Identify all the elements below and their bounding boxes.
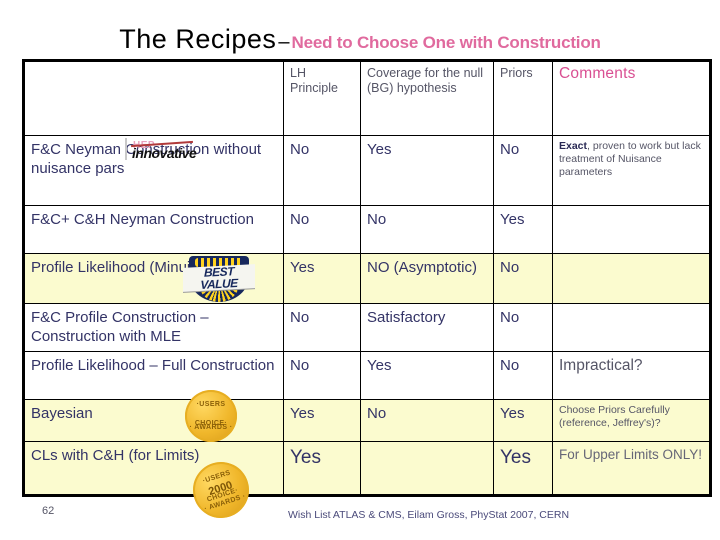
slide-title: The Recipes – Need to Choose One with Cons…: [0, 24, 720, 55]
cell-lh: No: [283, 351, 361, 400]
comment-emphasis: Exact: [559, 140, 588, 152]
table-header-row: LH Principle Coverage for the null (BG) …: [23, 60, 711, 136]
title-dash: –: [278, 31, 290, 53]
cell-comments: Exact, proven to work but lack treatment…: [552, 135, 711, 206]
cell-comments: [552, 303, 711, 352]
cell-coverage: No: [360, 399, 494, 442]
table-row: Bayesian ·USERS CHOICE· · AWARDS · Yes N…: [23, 390, 711, 442]
table-row: F&C+ C&H Neyman Construction No No Yes: [23, 205, 711, 254]
method-label: F&C Neyman Construction without nuisance…: [31, 141, 262, 177]
title-subtitle: Need to Choose One with Construction: [291, 33, 601, 52]
header-coverage: Coverage for the null (BG) hypothesis: [360, 60, 494, 136]
seal1-top-label: ·USERS CHOICE·: [194, 401, 228, 427]
row-method-cls-with-ch: CLs with C&H (for Limits) ·USERS CHOICE·…: [23, 441, 284, 526]
cell-priors: No: [493, 351, 553, 400]
seal1-bottom-label: · AWARDS ·: [189, 424, 233, 431]
cell-priors: No: [493, 135, 553, 206]
cell-coverage: [360, 441, 494, 496]
cell-priors: No: [493, 253, 553, 304]
cell-priors: Yes: [493, 399, 553, 442]
cell-lh: Yes: [283, 399, 361, 442]
cell-coverage: Yes: [360, 351, 494, 400]
seal2-top-label: ·USERS CHOICE·: [202, 469, 240, 504]
row-method-fc-neyman: F&C Neyman Construction without nuisance…: [23, 135, 284, 206]
cell-lh: Yes: [283, 441, 361, 496]
row-method-fc-ch-neyman: F&C+ C&H Neyman Construction: [23, 205, 284, 254]
cell-priors: No: [493, 303, 553, 352]
method-label: Profile Likelihood (Minuit): [31, 259, 200, 276]
table-row: F&C Profile Construction – Construction …: [23, 303, 711, 352]
table-row: Profile Likelihood – Full Construction N…: [23, 351, 711, 400]
cell-comments: For Upper Limits ONLY!: [552, 441, 711, 496]
table-row: CLs with C&H (for Limits) ·USERS CHOICE·…: [23, 441, 711, 526]
cell-lh: Yes: [283, 253, 361, 304]
method-label: Bayesian: [31, 405, 93, 422]
cell-coverage: Yes: [360, 135, 494, 206]
cell-lh: No: [283, 135, 361, 206]
cell-comments: [552, 253, 711, 304]
footer-attribution: Wish List ATLAS & CMS, Eilam Gross, PhyS…: [288, 509, 570, 521]
cell-coverage: No: [360, 205, 494, 254]
users-choice-award-2000-seal-icon: ·USERS CHOICE· 2000 · AWARDS ·: [185, 454, 257, 526]
recipes-comparison-table: LH Principle Coverage for the null (BG) …: [22, 59, 712, 526]
cell-lh: No: [283, 205, 361, 254]
table-row: F&C Neyman Construction without nuisance…: [23, 135, 711, 206]
page-title: The Recipes: [119, 24, 277, 54]
cell-coverage: NO (Asymptotic): [360, 253, 494, 304]
row-method-fc-profile-construction: F&C Profile Construction – Construction …: [23, 303, 284, 352]
seal2-bottom-label: · AWARDS ·: [203, 492, 247, 513]
header-method: [23, 60, 284, 136]
cell-comments: Impractical?: [552, 351, 711, 400]
row-method-profile-likelihood-full: Profile Likelihood – Full Construction: [23, 351, 284, 400]
header-comments: Comments: [552, 60, 711, 136]
cell-coverage: Satisfactory: [360, 303, 494, 352]
seal2-year-label: 2000: [207, 479, 235, 499]
table-row: Profile Likelihood (Minuit) BEST VALUE Y…: [23, 253, 711, 304]
row-method-bayesian: Bayesian ·USERS CHOICE· · AWARDS ·: [23, 390, 284, 442]
cell-lh: No: [283, 303, 361, 352]
cell-comments: [552, 205, 711, 254]
header-lh-principle: LH Principle: [283, 60, 361, 136]
cell-comments: Choose Priors Carefully (reference, Jeff…: [552, 399, 711, 442]
page-number: 62: [42, 505, 55, 517]
cell-priors: Yes: [493, 441, 553, 496]
header-priors: Priors: [493, 60, 553, 136]
best-value-line2: VALUE: [200, 276, 238, 292]
cell-priors: Yes: [493, 205, 553, 254]
row-method-profile-likelihood-minuit: Profile Likelihood (Minuit) BEST VALUE: [23, 253, 284, 304]
method-label: CLs with C&H (for Limits): [31, 447, 200, 464]
